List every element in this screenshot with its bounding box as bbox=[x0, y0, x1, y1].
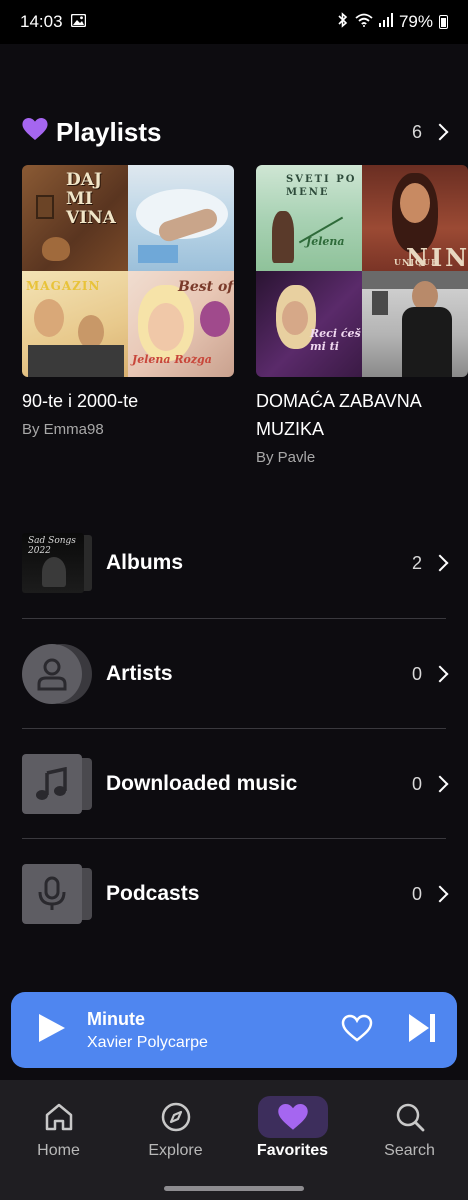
playlists-title: Playlists bbox=[56, 116, 162, 147]
podcasts-count: 0 bbox=[411, 883, 422, 904]
artists-label: Artists bbox=[106, 662, 173, 685]
chevron-right-icon[interactable] bbox=[431, 123, 449, 141]
battery-percent: 79% bbox=[398, 12, 433, 31]
library-row-artists[interactable]: Artists 0 bbox=[22, 619, 449, 729]
status-bar: 14:03 79% bbox=[0, 0, 468, 44]
downloaded-count: 0 bbox=[411, 773, 422, 794]
battery-icon bbox=[439, 15, 448, 29]
artists-count: 0 bbox=[411, 663, 422, 684]
cover-tile: NINA UNIQUE bbox=[362, 165, 468, 271]
cover-text: SVETI PO MENE bbox=[286, 174, 357, 198]
gallery-notification-icon bbox=[70, 12, 86, 32]
play-icon[interactable] bbox=[37, 1012, 67, 1049]
nav-favorites-label: Favorites bbox=[256, 1142, 329, 1159]
skip-next-icon[interactable] bbox=[407, 1012, 437, 1049]
album-thumbnail: Sad Songs 2022 bbox=[22, 533, 92, 593]
cover-tile: Best of Jelena Rozga bbox=[128, 271, 234, 377]
nav-home-label: Home bbox=[37, 1142, 80, 1159]
person-icon bbox=[22, 644, 82, 704]
playlist-title[interactable]: 90-te i 2000-te bbox=[22, 387, 234, 415]
nav-explore-label: Explore bbox=[148, 1142, 203, 1159]
album-cover-text: Sad Songs 2022 bbox=[28, 536, 76, 556]
library-row-podcasts[interactable]: Podcasts 0 bbox=[22, 839, 449, 949]
track-title: Minute bbox=[87, 1008, 145, 1029]
nav-home[interactable]: Home bbox=[0, 1096, 117, 1160]
albums-count: 2 bbox=[411, 552, 422, 573]
signal-icon bbox=[378, 12, 393, 32]
playlists-count: 6 bbox=[411, 121, 422, 142]
track-artist: Xavier Polycarpe bbox=[87, 1033, 208, 1051]
playlist-carousel[interactable]: DAJ MI VINA MAGAZIN Best of Jelena Rozga bbox=[22, 165, 468, 465]
albums-label: Albums bbox=[106, 551, 184, 574]
status-time: 14:03 bbox=[20, 12, 63, 31]
heart-icon bbox=[257, 1096, 328, 1138]
cover-tile: SVETI PO MENE Jelena bbox=[256, 165, 362, 271]
playlist-card[interactable]: DAJ MI VINA MAGAZIN Best of Jelena Rozga bbox=[22, 165, 234, 438]
chevron-right-icon[interactable] bbox=[431, 665, 449, 683]
playlist-title[interactable]: DOMAĆA ZABAVNA MUZIKA bbox=[256, 387, 468, 443]
heart-icon bbox=[22, 118, 48, 146]
search-icon bbox=[375, 1096, 445, 1138]
cover-tile: DAJ MI VINA bbox=[22, 165, 128, 271]
podcasts-label: Podcasts bbox=[106, 882, 200, 905]
playlist-cover[interactable]: DAJ MI VINA MAGAZIN Best of Jelena Rozga bbox=[22, 165, 234, 377]
heart-outline-icon[interactable] bbox=[341, 1014, 373, 1047]
mini-player[interactable]: Minute Xavier Polycarpe bbox=[11, 992, 457, 1068]
nav-explore[interactable]: Explore bbox=[117, 1096, 234, 1160]
cover-text: Reci ćeš mi ti bbox=[310, 327, 361, 353]
playlist-author: By Emma98 bbox=[22, 421, 104, 438]
library-row-downloaded[interactable]: Downloaded music 0 bbox=[22, 729, 449, 839]
playlist-card[interactable]: SVETI PO MENE Jelena NINA UNIQUE Reci će… bbox=[256, 165, 468, 465]
cover-text: UNIQUE bbox=[394, 257, 439, 267]
bottom-navigation: Home Explore Favorites Search bbox=[0, 1080, 468, 1200]
chevron-right-icon[interactable] bbox=[431, 775, 449, 793]
cover-text: Best of bbox=[178, 279, 234, 295]
artists-thumbnail bbox=[22, 644, 92, 704]
cover-text: Jelena Rozga bbox=[132, 353, 212, 366]
nav-search[interactable]: Search bbox=[351, 1096, 468, 1160]
playlists-header[interactable]: Playlists 6 bbox=[22, 112, 449, 152]
nav-favorites[interactable]: Favorites bbox=[234, 1096, 351, 1160]
downloaded-thumbnail bbox=[22, 754, 92, 814]
cover-tile: Reci ćeš mi ti bbox=[256, 271, 362, 377]
wifi-icon bbox=[355, 12, 373, 32]
compass-icon bbox=[141, 1096, 211, 1138]
chevron-right-icon[interactable] bbox=[431, 554, 449, 572]
home-icon bbox=[24, 1096, 94, 1138]
podcasts-thumbnail bbox=[22, 864, 92, 924]
bluetooth-icon bbox=[337, 11, 349, 33]
cover-text: Jelena bbox=[306, 235, 345, 248]
cover-tile bbox=[128, 165, 234, 271]
cover-text: MAGAZIN bbox=[26, 279, 101, 293]
microphone-icon bbox=[22, 864, 82, 924]
chevron-right-icon[interactable] bbox=[431, 885, 449, 903]
now-playing-info[interactable]: Minute Xavier Polycarpe bbox=[87, 1009, 208, 1052]
home-indicator bbox=[164, 1186, 304, 1191]
library-row-albums[interactable]: Sad Songs 2022 Albums 2 bbox=[22, 508, 449, 618]
playlist-author: By Pavle bbox=[256, 449, 316, 465]
music-note-icon bbox=[22, 754, 82, 814]
downloaded-label: Downloaded music bbox=[106, 772, 298, 795]
cover-tile: MAGAZIN bbox=[22, 271, 128, 377]
playlist-cover[interactable]: SVETI PO MENE Jelena NINA UNIQUE Reci će… bbox=[256, 165, 468, 377]
nav-search-label: Search bbox=[384, 1142, 435, 1159]
cover-tile bbox=[362, 271, 468, 377]
cover-text: DAJ MI VINA bbox=[66, 170, 116, 228]
